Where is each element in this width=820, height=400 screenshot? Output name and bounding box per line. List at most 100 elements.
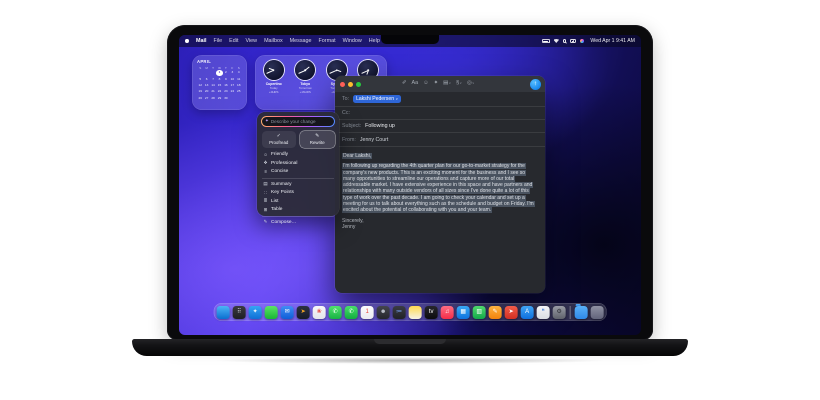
menu-item-mailbox[interactable]: Mailbox (264, 38, 283, 44)
dock-app-maps[interactable]: ➤ (297, 306, 310, 319)
dock-app-downloads-folder[interactable] (574, 306, 587, 319)
world-clock-cupertino[interactable]: CupertinoToday+0HRS (260, 60, 288, 94)
laptop-lid-scoop (374, 339, 446, 344)
dock-app-numbers[interactable]: ▥ (473, 306, 486, 319)
recipient-token[interactable]: Lakshi Pedersen ∨ (353, 95, 401, 103)
scribble-icon[interactable]: ✐ (402, 81, 407, 86)
calendar-day[interactable]: 11 (236, 77, 242, 83)
rewrite-icon: ✎ (315, 134, 319, 139)
menu-clock[interactable]: Wed Apr 1 9:41 AM (590, 38, 635, 44)
close-button[interactable] (340, 82, 345, 87)
chevron-down-icon: ∨ (472, 82, 474, 85)
subject-value: Following up (365, 123, 395, 129)
menu-item-window[interactable]: Window (343, 38, 362, 44)
summary-icon: ▤ (263, 182, 268, 186)
dock-app-notes[interactable] (409, 306, 422, 319)
dock-app-safari[interactable]: ✦ (249, 306, 262, 319)
mail-compose-window: ✐Aa☺✦▤∨§∨◎∨ ↑ To: Lakshi Pedersen ∨ Cc: … (335, 76, 545, 293)
transform-option-list[interactable]: ≣List (261, 197, 335, 206)
compose-menu-item[interactable]: ✎ Compose… (261, 218, 335, 227)
apple-menu-icon[interactable] (185, 39, 189, 44)
emoji-icon[interactable]: ☺ (423, 81, 429, 86)
menu-item-view[interactable]: View (245, 38, 257, 44)
dock-app-calendar[interactable]: 1 (361, 306, 374, 319)
laptop-screen: Mail File Edit View Mailbox Message Format Wind… (179, 35, 641, 335)
photo-browser-icon[interactable]: ▤∨ (443, 81, 451, 86)
dock-app-settings[interactable]: ⚙ (553, 306, 566, 319)
camera-notch (381, 35, 439, 44)
zoom-button[interactable] (356, 82, 361, 87)
clock-face (295, 60, 315, 80)
tone-option-friendly[interactable]: ☺Friendly (261, 151, 335, 160)
calendar-weekday: S (236, 66, 242, 70)
dock-app-pages[interactable]: ✎ (489, 306, 502, 319)
menu-item-help[interactable]: Help (369, 38, 380, 44)
key-points-label: Key Points (271, 190, 294, 195)
dock-app-trash[interactable] (590, 306, 603, 319)
dock-app-finder[interactable] (217, 306, 230, 319)
dock-app-books[interactable]: ❝ (537, 306, 550, 319)
writing-tools-icon[interactable]: ✦ (434, 81, 439, 86)
cc-field[interactable]: Cc: (335, 107, 545, 120)
concise-label: Concise (271, 169, 288, 174)
world-clock-tokyo[interactable]: TokyoTomorrow+16HRS (291, 60, 319, 94)
markup-icon[interactable]: ◎∨ (467, 81, 475, 86)
menu-item-file[interactable]: File (213, 38, 222, 44)
wifi-icon[interactable] (554, 39, 560, 43)
body-closing: Sincerely, (342, 218, 364, 224)
from-field[interactable]: From: Jenny Court (335, 133, 545, 147)
clock-minute-hand (330, 70, 337, 74)
dock-app-photos[interactable]: ❀ (313, 306, 326, 319)
menu-item-mail[interactable]: Mail (196, 38, 206, 44)
format-text-icon[interactable]: Aa (412, 81, 419, 86)
transform-option-key-points[interactable]: ∷Key Points (261, 188, 335, 197)
proofread-label: Proofread (269, 140, 288, 145)
proofread-button[interactable]: ✓Proofread (262, 131, 297, 148)
control-center-icon[interactable] (570, 39, 576, 43)
to-field[interactable]: To: Lakshi Pedersen ∨ (335, 92, 545, 107)
dock-app-tv[interactable]: tv (425, 306, 438, 319)
describe-change-input[interactable]: ✦ Describe your change (262, 117, 334, 126)
calendar-widget[interactable]: APRIL SMTWTFS123456789101112131415161718… (192, 55, 247, 110)
subject-label: Subject: (342, 123, 361, 129)
minimize-button[interactable] (348, 82, 353, 87)
rewrite-button[interactable]: ✎Rewrite (300, 131, 335, 148)
tone-option-concise[interactable]: ≡Concise (261, 168, 335, 177)
battery-icon[interactable] (542, 39, 550, 43)
dock-app-music[interactable]: ♫ (441, 306, 454, 319)
clock-face (264, 60, 284, 80)
dock-app-contacts[interactable]: ☻ (377, 306, 390, 319)
macbook-scene: Mail File Edit View Mailbox Message Format Wind… (0, 0, 820, 400)
dock: ⠿✦✉➤❀✆✆1☻≔tv♫▦▥✎➤A❝⚙ (214, 303, 607, 321)
dock-app-reminders[interactable]: ≔ (393, 306, 406, 319)
message-body[interactable]: Dear Lakshi, I'm following up regarding … (335, 147, 545, 236)
menu-status-area: Wed Apr 1 9:41 AM (542, 38, 636, 44)
cc-label: Cc: (342, 110, 350, 116)
subject-field[interactable]: Subject: Following up (335, 120, 545, 133)
dock-app-mail[interactable]: ✉ (281, 306, 294, 319)
calendar-day[interactable]: 18 (236, 83, 242, 89)
tone-option-professional[interactable]: ❖Professional (261, 159, 335, 168)
search-icon[interactable] (563, 39, 566, 42)
send-button[interactable]: ↑ (530, 79, 541, 90)
dock-app-keynote[interactable]: ▦ (457, 306, 470, 319)
dock-app-app-store[interactable]: A (521, 306, 534, 319)
dock-app-rocket[interactable]: ➤ (505, 306, 518, 319)
menu-item-message[interactable]: Message (290, 38, 312, 44)
pencil-icon: ✎ (263, 220, 268, 224)
transform-option-summary[interactable]: ▤Summary (261, 180, 335, 189)
dock-app-facetime[interactable]: ✆ (329, 306, 342, 319)
calendar-day[interactable]: 4 (236, 70, 242, 76)
calendar-day[interactable]: 25 (236, 89, 242, 95)
attachment-icon[interactable]: §∨ (456, 81, 462, 86)
dock-app-launchpad[interactable]: ⠿ (233, 306, 246, 319)
menu-item-format[interactable]: Format (319, 38, 336, 44)
menu-item-edit[interactable]: Edit (229, 38, 238, 44)
dock-app-phone[interactable]: ✆ (345, 306, 358, 319)
transform-option-table[interactable]: ⊞Table (261, 206, 335, 215)
window-titlebar: ✐ Aa ☺ ✦ ▤∨ §∨ ◎∨ ↑ (335, 76, 545, 92)
from-label: From: (342, 137, 356, 143)
dock-app-messages[interactable] (265, 306, 278, 319)
calendar-day[interactable] (236, 96, 242, 102)
siri-icon[interactable] (580, 39, 585, 44)
